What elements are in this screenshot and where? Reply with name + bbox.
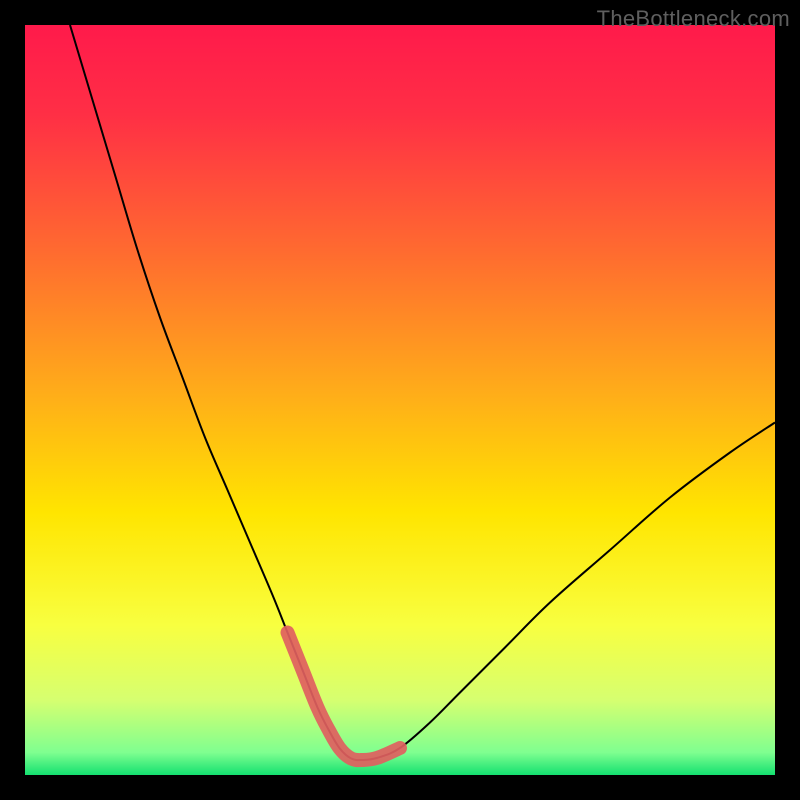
- gradient-background: [25, 25, 775, 775]
- watermark-text: TheBottleneck.com: [597, 6, 790, 32]
- bottleneck-chart: [25, 25, 775, 775]
- chart-frame: TheBottleneck.com: [0, 0, 800, 800]
- plot-area: [25, 25, 775, 775]
